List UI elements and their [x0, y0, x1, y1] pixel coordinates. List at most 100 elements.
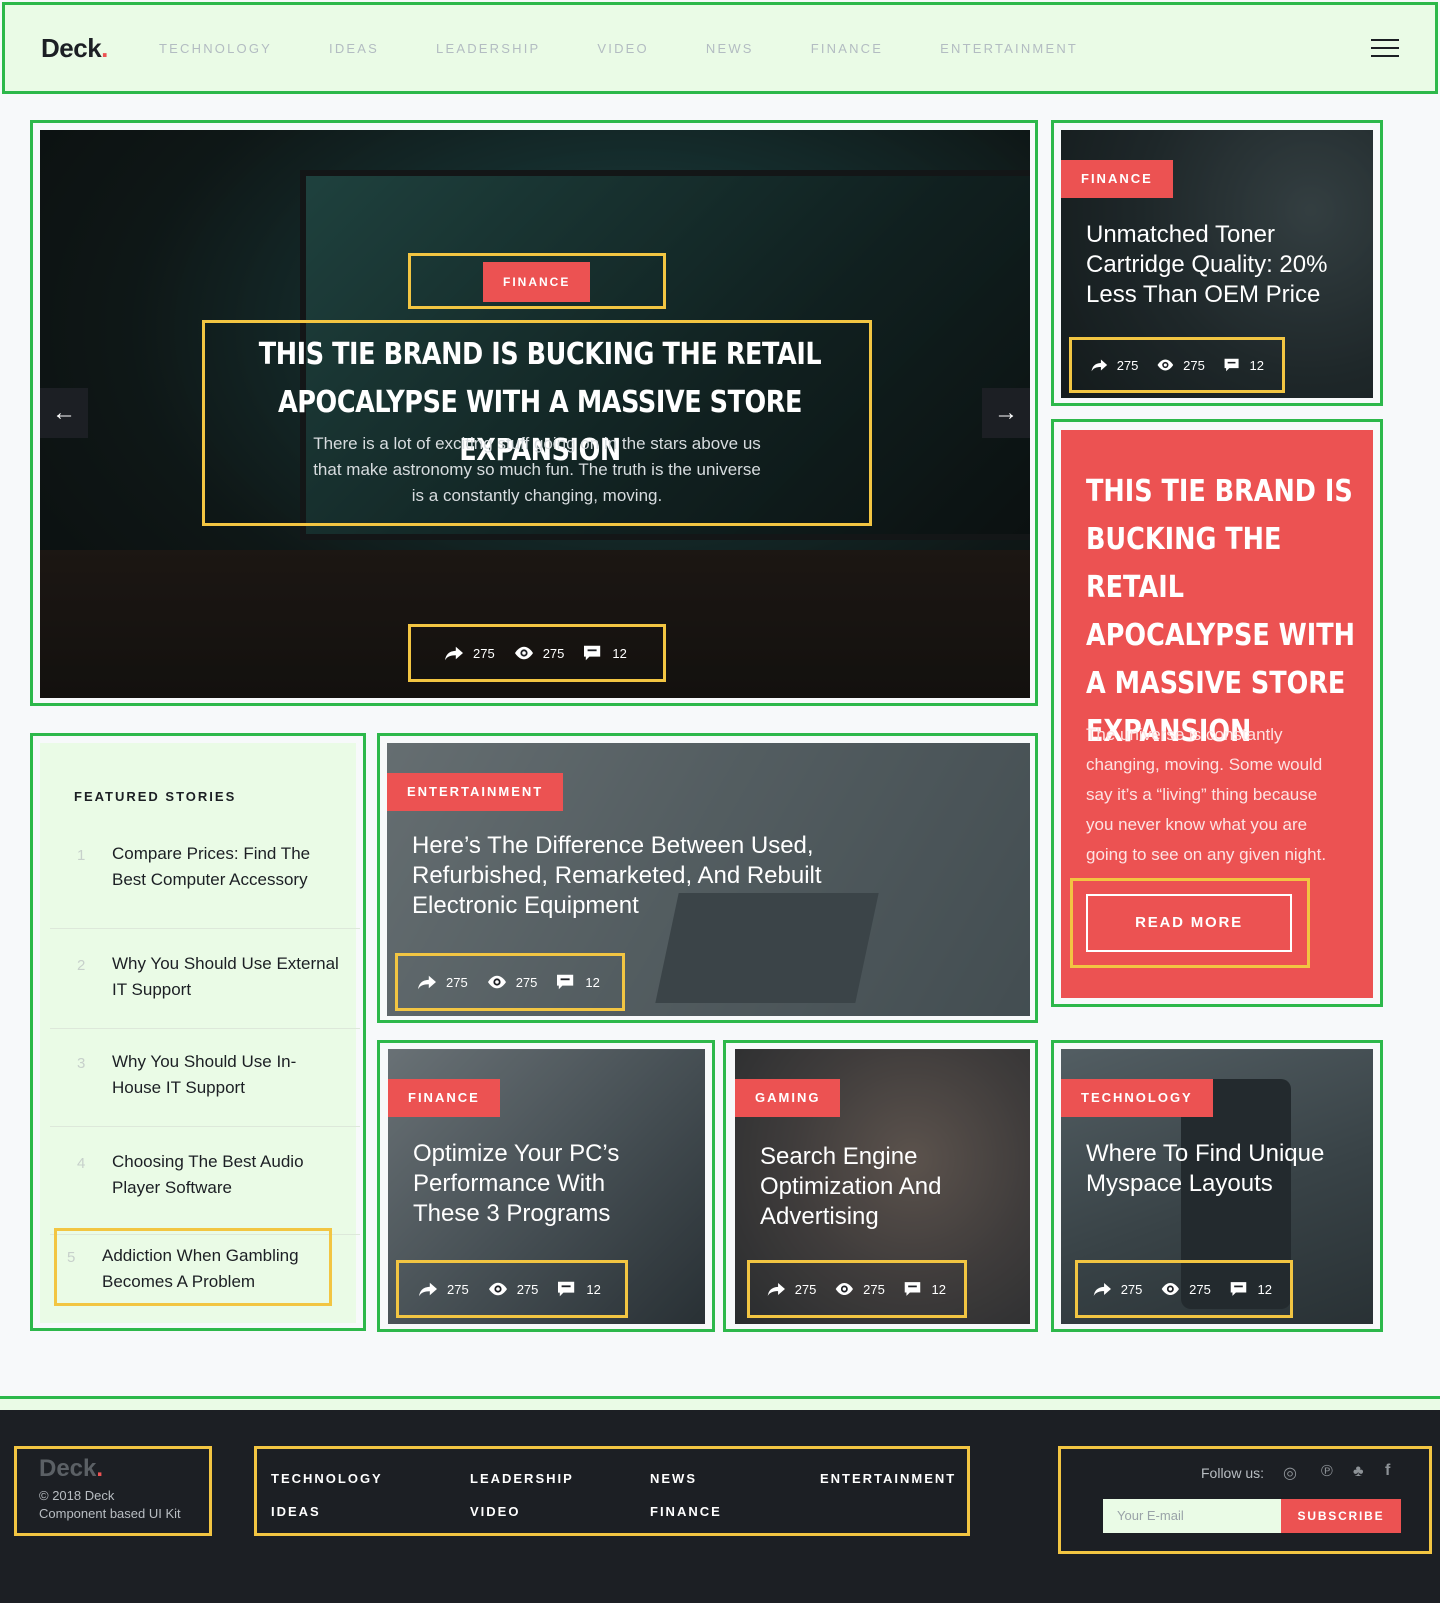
site-logo[interactable]: Deck. — [41, 33, 108, 64]
instagram-icon[interactable]: ◎ — [1283, 1463, 1297, 1483]
pinterest-icon[interactable]: ℗ — [1321, 1463, 1333, 1481]
footer-link-news[interactable]: NEWS — [650, 1471, 697, 1486]
eye-icon — [514, 646, 533, 660]
comment-icon[interactable] — [903, 1280, 924, 1298]
card-b[interactable]: GAMING Search Engine Optimization And Ad… — [735, 1049, 1030, 1324]
side-top-category-tag[interactable]: FINANCE — [1061, 160, 1173, 198]
card-a-title[interactable]: Optimize Your PC’s Performance With Thes… — [413, 1139, 673, 1229]
nav-link-ideas[interactable]: IDEAS — [329, 41, 379, 56]
hero-excerpt-line3: is a constantly changing, moving. — [411, 486, 663, 505]
hero-category-tag[interactable]: FINANCE — [483, 262, 591, 302]
hero-excerpt: There is a lot of exciting stuff going o… — [205, 431, 869, 509]
eye-icon — [1157, 359, 1174, 371]
hamburger-menu-icon[interactable] — [1371, 39, 1399, 57]
footer-subscribe: Follow us: ◎ ℗ ♣ f Your E-mail SUBSCRIBE — [1058, 1446, 1432, 1554]
eye-icon — [488, 1282, 507, 1296]
share-icon[interactable] — [1090, 356, 1109, 374]
hero-tag-box: FINANCE — [408, 253, 666, 309]
comment-count: 12 — [612, 645, 627, 661]
card-c-stats: 275 275 12 — [1075, 1260, 1293, 1318]
featured-item-title[interactable]: Why You Should Use In-House IT Support — [112, 1049, 342, 1101]
twitter-icon[interactable]: ♣ — [1353, 1463, 1364, 1481]
email-input[interactable]: Your E-mail — [1103, 1499, 1281, 1533]
footer-divider — [0, 1396, 1440, 1410]
footer: Deck. © 2018 Deck Component based UI Kit… — [0, 1410, 1440, 1603]
hero-title-line1: THIS TIE BRAND IS BUCKING THE RETAIL — [258, 337, 822, 372]
featured-item[interactable]: 5 Addiction When Gambling Becomes A Prob… — [54, 1228, 332, 1306]
featured-item[interactable]: 3 Why You Should Use In-House IT Support — [50, 1029, 360, 1127]
nav-link-entertainment[interactable]: ENTERTAINMENT — [940, 41, 1078, 56]
share-icon[interactable] — [416, 973, 438, 991]
footer-logo-dot: . — [96, 1455, 104, 1482]
comment-icon[interactable] — [1223, 356, 1242, 374]
view-count: 275 — [515, 974, 538, 990]
footer-link-ideas[interactable]: IDEAS — [271, 1504, 321, 1519]
featured-item-title[interactable]: Choosing The Best Audio Player Software — [112, 1149, 342, 1201]
share-count: 275 — [447, 1281, 469, 1297]
share-count: 275 — [1120, 1281, 1143, 1297]
footer-link-video[interactable]: VIDEO — [470, 1504, 520, 1519]
subscribe-button[interactable]: SUBSCRIBE — [1281, 1499, 1401, 1533]
top-navbar: Deck. TECHNOLOGY IDEAS LEADERSHIP VIDEO … — [2, 2, 1438, 94]
footer-logo-text: Deck — [39, 1455, 97, 1482]
nav-link-news[interactable]: NEWS — [706, 41, 754, 56]
featured-item[interactable]: 4 Choosing The Best Audio Player Softwar… — [50, 1127, 360, 1235]
comment-icon[interactable] — [582, 644, 604, 662]
mid-card-category-tag[interactable]: ENTERTAINMENT — [387, 773, 564, 811]
mid-card-stats: 275 275 12 — [395, 953, 625, 1011]
card-a-category-tag[interactable]: FINANCE — [388, 1079, 500, 1117]
side-top-card[interactable]: FINANCE Unmatched Toner Cartridge Qualit… — [1061, 130, 1373, 398]
nav-link-technology[interactable]: TECHNOLOGY — [159, 41, 272, 56]
side-top-stats: 275 275 12 — [1069, 337, 1285, 393]
read-more-button[interactable]: READ MORE — [1086, 894, 1292, 952]
comment-icon[interactable] — [1229, 1280, 1250, 1298]
footer-link-technology[interactable]: TECHNOLOGY — [271, 1471, 383, 1486]
featured-stories-panel: FEATURED STORIES 1 Compare Prices: Find … — [40, 743, 360, 1323]
comment-count: 12 — [931, 1281, 946, 1297]
share-icon[interactable] — [766, 1280, 787, 1298]
view-count: 275 — [516, 1281, 539, 1297]
share-icon[interactable] — [1092, 1280, 1113, 1298]
mid-card-title[interactable]: Here’s The Difference Between Used, Refu… — [412, 831, 832, 921]
featured-item[interactable]: 2 Why You Should Use External IT Support — [50, 929, 360, 1029]
comment-icon[interactable] — [555, 973, 577, 991]
facebook-icon[interactable]: f — [1385, 1462, 1390, 1480]
slider-prev-button[interactable]: ← — [40, 388, 88, 438]
share-icon[interactable] — [417, 1280, 439, 1298]
footer-link-finance[interactable]: FINANCE — [650, 1504, 722, 1519]
share-icon[interactable] — [443, 644, 465, 662]
footer-link-leadership[interactable]: LEADERSHIP — [470, 1471, 574, 1486]
featured-heading: FEATURED STORIES — [74, 789, 237, 804]
card-a-stats: 275 275 12 — [396, 1260, 628, 1318]
hero-text-box: THIS TIE BRAND IS BUCKING THE RETAIL APO… — [202, 320, 872, 526]
featured-item-title[interactable]: Compare Prices: Find The Best Computer A… — [112, 841, 342, 893]
side-top-title[interactable]: Unmatched Toner Cartridge Quality: 20% L… — [1086, 220, 1356, 310]
nav-link-finance[interactable]: FINANCE — [811, 41, 883, 56]
nav-link-leadership[interactable]: LEADERSHIP — [436, 41, 540, 56]
featured-item-number: 1 — [77, 847, 86, 864]
footer-copyright: © 2018 Deck — [39, 1488, 115, 1503]
hero-excerpt-line1: There is a lot of exciting stuff going o… — [313, 434, 761, 453]
card-c-category-tag[interactable]: TECHNOLOGY — [1061, 1079, 1213, 1117]
featured-item-number: 3 — [77, 1055, 86, 1072]
footer-link-entertainment[interactable]: ENTERTAINMENT — [820, 1471, 956, 1486]
card-b-category-tag[interactable]: GAMING — [735, 1079, 841, 1117]
featured-item[interactable]: 1 Compare Prices: Find The Best Computer… — [50, 829, 360, 929]
hero-slide[interactable]: FINANCE THIS TIE BRAND IS BUCKING THE RE… — [40, 130, 1030, 698]
logo-dot: . — [101, 33, 108, 63]
featured-item-title[interactable]: Addiction When Gambling Becomes A Proble… — [102, 1243, 322, 1295]
footer-logo[interactable]: Deck. — [39, 1455, 209, 1483]
footer-brand: Deck. © 2018 Deck Component based UI Kit — [14, 1446, 212, 1536]
featured-item-title[interactable]: Why You Should Use External IT Support — [112, 951, 342, 1003]
footer-tagline: Component based UI Kit — [39, 1506, 181, 1521]
nav-link-video[interactable]: VIDEO — [597, 41, 648, 56]
card-c-title[interactable]: Where To Find Unique Myspace Layouts — [1086, 1139, 1346, 1199]
view-count: 275 — [1183, 357, 1205, 373]
slider-next-button[interactable]: → — [982, 388, 1030, 438]
card-b-title[interactable]: Search Engine Optimization And Advertisi… — [760, 1142, 1000, 1232]
mid-card[interactable]: ENTERTAINMENT Here’s The Difference Betw… — [387, 743, 1030, 1016]
card-c[interactable]: TECHNOLOGY Where To Find Unique Myspace … — [1061, 1049, 1373, 1324]
red-feature-title[interactable]: THIS TIE BRAND IS BUCKING THE RETAIL APO… — [1086, 468, 1367, 756]
comment-icon[interactable] — [556, 1280, 578, 1298]
card-a[interactable]: FINANCE Optimize Your PC’s Performance W… — [388, 1049, 705, 1324]
